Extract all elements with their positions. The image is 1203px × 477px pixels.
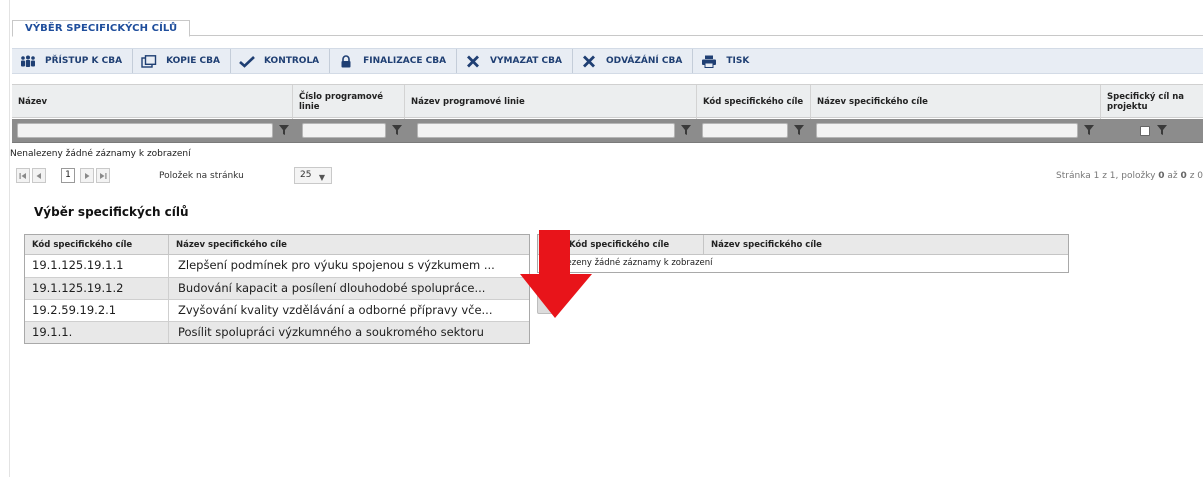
finalizace-cba-label: FINALIZACE CBA: [363, 56, 447, 66]
current-page-number[interactable]: 1: [61, 168, 75, 183]
filter-icon[interactable]: [793, 124, 805, 136]
pager-info-to: 0: [1180, 171, 1187, 181]
page-size-value: 25: [300, 170, 312, 180]
section-title: Výběr specifických cílů: [34, 205, 189, 219]
finalizace-cba-button[interactable]: FINALIZACE CBA: [330, 49, 458, 73]
table-header: Kód specifického cíle Název specifického…: [25, 235, 529, 255]
pager-info-from: 0: [1158, 171, 1165, 181]
cell-code: 19.1.125.19.1.2: [25, 278, 169, 299]
copy-icon: [141, 54, 157, 68]
selected-goals-table: Kód specifického cíle Název specifického…: [537, 234, 1069, 273]
odvazani-cba-button[interactable]: ODVÁZÁNÍ CBA: [573, 49, 694, 73]
cell-code: 19.1.125.19.1.1: [25, 255, 169, 277]
table-header: Kód specifického cíle Název specifického…: [538, 235, 1068, 255]
vymazat-cba-button[interactable]: VYMAZAT CBA: [457, 49, 573, 73]
page-size-label: Položek na stránku: [159, 171, 244, 181]
page-left-border: [9, 0, 10, 477]
filter-icon[interactable]: [278, 124, 290, 136]
filter-icon[interactable]: [1083, 124, 1095, 136]
kopie-cba-label: KOPIE CBA: [166, 56, 220, 66]
unlink-x-icon: [581, 54, 597, 68]
pager-info-prefix: Stránka 1 z 1, položky: [1056, 171, 1156, 181]
tisk-button[interactable]: TISK: [693, 49, 759, 73]
checkmark-icon: [239, 54, 255, 68]
column-header-cislo-programove-linie[interactable]: Číslo programové linie: [292, 85, 404, 119]
people-icon: [20, 54, 36, 68]
odvazani-cba-label: ODVÁZÁNÍ CBA: [605, 56, 683, 66]
available-goals-table: Kód specifického cíle Název specifického…: [24, 234, 530, 344]
lock-icon: [338, 54, 354, 68]
filter-input-cislo-programove-linie[interactable]: [302, 123, 386, 138]
filter-input-nazev[interactable]: [17, 123, 273, 138]
pristup-k-cba-label: PŘÍSTUP K CBA: [45, 56, 123, 66]
last-page-icon: [100, 172, 107, 179]
filter-input-nazev-programove-linie[interactable]: [417, 123, 675, 138]
cell-name: Posílit spolupráci výzkumného a soukromé…: [178, 325, 484, 339]
pager-info: Stránka 1 z 1, položky 0 až 0 z 0: [1056, 171, 1203, 181]
delete-x-icon: [465, 54, 481, 68]
filter-checkbox-specificky-cil-na-projektu[interactable]: [1140, 126, 1150, 136]
cell-code: 19.1.1.: [25, 322, 169, 343]
table-row[interactable]: 19.1.125.19.1.2 Budování kapacit a posíl…: [25, 277, 529, 299]
column-header-kod[interactable]: Kód specifického cíle: [25, 235, 169, 254]
pristup-k-cba-button[interactable]: PŘÍSTUP K CBA: [12, 49, 134, 73]
printer-icon: [701, 54, 717, 68]
column-header-kod-specifickeho-cile[interactable]: Kód specifického cíle: [696, 85, 810, 119]
pager: 1 Položek na stránku 25 ▼ Stránka 1 z 1,…: [12, 164, 1203, 186]
grid-header: Název Číslo programové linie Název progr…: [12, 84, 1203, 119]
previous-page-icon: [36, 172, 41, 179]
vymazat-cba-label: VYMAZAT CBA: [490, 56, 562, 66]
next-page-button[interactable]: [80, 168, 94, 183]
selected-goals-empty-message: Nenalezeny žádné záznamy k zobrazení: [542, 258, 713, 268]
cell-name: Budování kapacit a posílení dlouhodobé s…: [178, 281, 486, 295]
column-header-nazev[interactable]: Název specifického cíle: [704, 235, 822, 254]
filter-icon[interactable]: [1156, 124, 1168, 136]
red-arrow-down-icon: [520, 230, 592, 318]
previous-page-button[interactable]: [32, 168, 46, 183]
column-header-nazev-programove-linie[interactable]: Název programové linie: [404, 85, 696, 119]
tab-vyber-specifickych-cilu[interactable]: VÝBĚR SPECIFICKÝCH CÍLŮ: [12, 20, 191, 37]
filter-icon[interactable]: [391, 124, 403, 136]
page-size-select[interactable]: 25 ▼: [294, 167, 332, 184]
first-page-icon: [19, 172, 26, 179]
kontrola-label: KONTROLA: [263, 56, 320, 66]
pager-info-suffix: z 0: [1189, 171, 1203, 181]
cell-name: Zlepšení podmínek pro výuku spojenou s v…: [178, 258, 495, 272]
table-row[interactable]: 19.2.59.19.2.1 Zvyšování kvality vzděláv…: [25, 299, 529, 321]
kontrola-button[interactable]: KONTROLA: [231, 49, 331, 73]
kopie-cba-button[interactable]: KOPIE CBA: [133, 49, 231, 73]
table-row[interactable]: 19.1.1. Posílit spolupráci výzkumného a …: [25, 321, 529, 343]
last-page-button[interactable]: [96, 168, 110, 183]
column-header-nazev-specifickeho-cile[interactable]: Název specifického cíle: [810, 85, 1100, 119]
column-header-specificky-cil-na-projektu[interactable]: Specifický cíl na projektu: [1100, 85, 1203, 119]
column-header-nazev[interactable]: Název: [12, 85, 292, 119]
first-page-button[interactable]: [16, 168, 30, 183]
filter-input-nazev-specifickeho-cile[interactable]: [816, 123, 1078, 138]
cell-name: Zvyšování kvality vzdělávání a odborné p…: [178, 303, 493, 317]
pager-info-mid: až: [1167, 171, 1178, 181]
tisk-label: TISK: [726, 56, 750, 66]
filter-row: [12, 119, 1203, 143]
tab-strip: VÝBĚR SPECIFICKÝCH CÍLŮ: [12, 16, 1203, 37]
chevron-down-icon: ▼: [318, 173, 325, 182]
table-row[interactable]: 19.1.125.19.1.1 Zlepšení podmínek pro vý…: [25, 255, 529, 277]
next-page-icon: [85, 172, 90, 179]
toolbar: PŘÍSTUP K CBA KOPIE CBA KONTROLA FINALIZ…: [12, 48, 1203, 74]
filter-icon[interactable]: [680, 124, 692, 136]
column-header-nazev[interactable]: Název specifického cíle: [169, 235, 287, 254]
filter-input-kod-specifickeho-cile[interactable]: [702, 123, 788, 138]
grid-empty-message: Nenalezeny žádné záznamy k zobrazení: [10, 149, 191, 159]
cell-code: 19.2.59.19.2.1: [25, 300, 169, 321]
